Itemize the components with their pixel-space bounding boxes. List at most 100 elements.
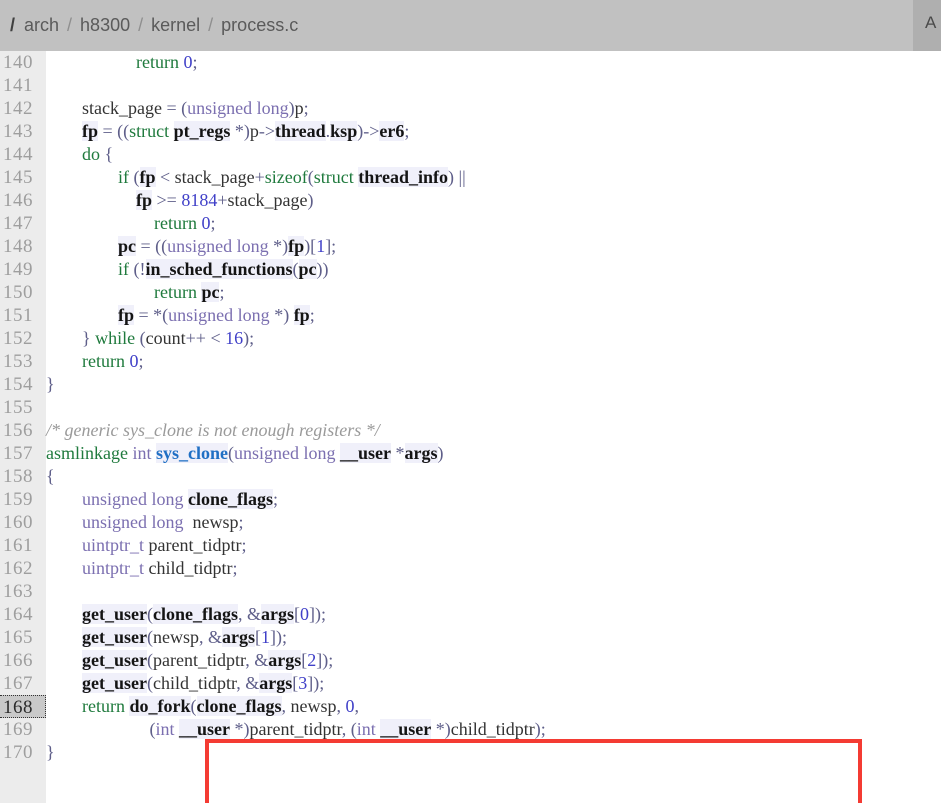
code-line[interactable]: 143 fp = ((struct pt_regs *)p->thread.ks…: [0, 120, 941, 143]
line-number[interactable]: 150: [0, 281, 46, 304]
code-line[interactable]: 166 get_user(parent_tidptr, &args[2]);: [0, 649, 941, 672]
breadcrumb-item-arch[interactable]: arch: [24, 15, 59, 36]
code-line-text: return 0;: [82, 351, 144, 371]
code-line-text: get_user(parent_tidptr, &args[2]);: [82, 650, 334, 670]
code-line[interactable]: 161 uintptr_t parent_tidptr;: [0, 534, 941, 557]
code-line[interactable]: 170}: [0, 741, 941, 764]
code-line-text: {: [46, 466, 55, 486]
line-number[interactable]: 155: [0, 396, 46, 419]
code-line[interactable]: 144 do {: [0, 143, 941, 166]
code-line[interactable]: 158{: [0, 465, 941, 488]
code-line-text: uintptr_t child_tidptr;: [82, 558, 238, 578]
line-number[interactable]: 166: [0, 649, 46, 672]
line-number[interactable]: 141: [0, 74, 46, 97]
code-line[interactable]: 147 return 0;: [0, 212, 941, 235]
code-line[interactable]: 145 if (fp < stack_page+sizeof(struct th…: [0, 166, 941, 189]
code-line-text: return 0;: [136, 52, 198, 72]
code-viewer[interactable]: 140 return 0; 141 142 stack_page = (unsign…: [0, 51, 941, 803]
line-number[interactable]: 162: [0, 557, 46, 580]
breadcrumb-separator: /: [67, 15, 73, 35]
code-line-text: unsigned long clone_flags;: [82, 489, 279, 509]
line-number[interactable]: 146: [0, 189, 46, 212]
line-number[interactable]: 154: [0, 373, 46, 396]
code-line-text: } while (count++ < 16);: [82, 328, 255, 348]
line-number[interactable]: 165: [0, 626, 46, 649]
code-line-text: do {: [82, 144, 114, 164]
code-line[interactable]: 167 get_user(child_tidptr, &args[3]);: [0, 672, 941, 695]
code-line-text: fp >= 8184+stack_page): [136, 190, 314, 210]
line-number[interactable]: 161: [0, 534, 46, 557]
code-line-text: fp = *(unsigned long *) fp;: [118, 305, 315, 325]
code-line[interactable]: 165 get_user(newsp, &args[1]);: [0, 626, 941, 649]
code-line[interactable]: 155: [0, 396, 941, 419]
code-line[interactable]: 149 if (!in_sched_functions(pc)): [0, 258, 941, 281]
code-line[interactable]: 150 return pc;: [0, 281, 941, 304]
line-number[interactable]: 149: [0, 258, 46, 281]
code-line[interactable]: 153 return 0;: [0, 350, 941, 373]
header-right-panel[interactable]: A: [913, 0, 941, 51]
code-line[interactable]: 156/* generic sys_clone is not enough re…: [0, 419, 941, 442]
line-number[interactable]: 170: [0, 741, 46, 764]
code-line-text: asmlinkage int sys_clone(unsigned long _…: [46, 443, 444, 463]
line-number[interactable]: 159: [0, 488, 46, 511]
breadcrumb-item-kernel[interactable]: kernel: [151, 15, 200, 36]
line-number[interactable]: 158: [0, 465, 46, 488]
line-number[interactable]: 157: [0, 442, 46, 465]
code-line[interactable]: 162 uintptr_t child_tidptr;: [0, 557, 941, 580]
header-right-panel-label: A: [925, 13, 937, 32]
breadcrumb-root-slash[interactable]: /: [10, 15, 15, 36]
code-line[interactable]: 164 get_user(clone_flags, &args[0]);: [0, 603, 941, 626]
line-number[interactable]: 167: [0, 672, 46, 695]
code-line[interactable]: 159 unsigned long clone_flags;: [0, 488, 941, 511]
breadcrumb: / arch / h8300 / kernel / process.c: [10, 0, 298, 51]
code-line-text: fp = ((struct pt_regs *)p->thread.ksp)->…: [82, 121, 410, 141]
code-line-text: get_user(clone_flags, &args[0]);: [82, 604, 326, 624]
code-line-text: (int __user *)parent_tidptr, (int __user…: [149, 719, 546, 739]
code-line[interactable]: 152 } while (count++ < 16);: [0, 327, 941, 350]
breadcrumb-item-h8300[interactable]: h8300: [80, 15, 130, 36]
code-line-text: unsigned long newsp;: [82, 512, 244, 532]
line-number[interactable]: 143: [0, 120, 46, 143]
code-line-text: if (fp < stack_page+sizeof(struct thread…: [118, 167, 466, 187]
code-line[interactable]: 141: [0, 74, 941, 97]
code-line[interactable]: 154}: [0, 373, 941, 396]
code-line-text: get_user(newsp, &args[1]);: [82, 627, 287, 647]
line-number[interactable]: 169: [0, 718, 46, 741]
code-line[interactable]: 160 unsigned long newsp;: [0, 511, 941, 534]
code-line[interactable]: 142 stack_page = (unsigned long)p;: [0, 97, 941, 120]
code-line-text: get_user(child_tidptr, &args[3]);: [82, 673, 325, 693]
code-line[interactable]: 140 return 0;: [0, 51, 941, 74]
line-number[interactable]: 156: [0, 419, 46, 442]
line-number[interactable]: 144: [0, 143, 46, 166]
breadcrumb-separator: /: [138, 15, 144, 35]
code-line-text: /* generic sys_clone is not enough regis…: [46, 420, 380, 440]
line-number[interactable]: 142: [0, 97, 46, 120]
line-number[interactable]: 163: [0, 580, 46, 603]
code-line-text: return 0;: [154, 213, 216, 233]
code-line-text: return pc;: [154, 282, 225, 302]
code-line[interactable]: 163: [0, 580, 941, 603]
code-lines-container: 140 return 0; 141 142 stack_page = (unsign…: [0, 51, 941, 764]
code-line[interactable]: 148 pc = ((unsigned long *)fp)[1];: [0, 235, 941, 258]
line-number[interactable]: 145: [0, 166, 46, 189]
line-number[interactable]: 168: [0, 695, 46, 718]
line-number[interactable]: 140: [0, 51, 46, 74]
line-number[interactable]: 147: [0, 212, 46, 235]
code-line-text: }: [46, 374, 55, 394]
line-number[interactable]: 152: [0, 327, 46, 350]
code-line[interactable]: 146 fp >= 8184+stack_page): [0, 189, 941, 212]
line-number[interactable]: 151: [0, 304, 46, 327]
code-line[interactable]: 169 (int __user *)parent_tidptr, (int __…: [0, 718, 941, 741]
breadcrumb-separator: /: [208, 15, 214, 35]
line-number[interactable]: 164: [0, 603, 46, 626]
line-number[interactable]: 160: [0, 511, 46, 534]
line-number[interactable]: 148: [0, 235, 46, 258]
code-line[interactable]: 168 return do_fork(clone_flags, newsp, 0…: [0, 695, 941, 718]
line-number[interactable]: 153: [0, 350, 46, 373]
breadcrumb-item-process-c[interactable]: process.c: [221, 15, 298, 36]
code-line-text: }: [46, 742, 55, 762]
code-line[interactable]: 157 asmlinkage int sys_clone(unsigned lon…: [0, 442, 941, 465]
header-bar: / arch / h8300 / kernel / process.c A: [0, 0, 941, 51]
code-line-text: if (!in_sched_functions(pc)): [118, 259, 329, 279]
code-line[interactable]: 151 fp = *(unsigned long *) fp;: [0, 304, 941, 327]
